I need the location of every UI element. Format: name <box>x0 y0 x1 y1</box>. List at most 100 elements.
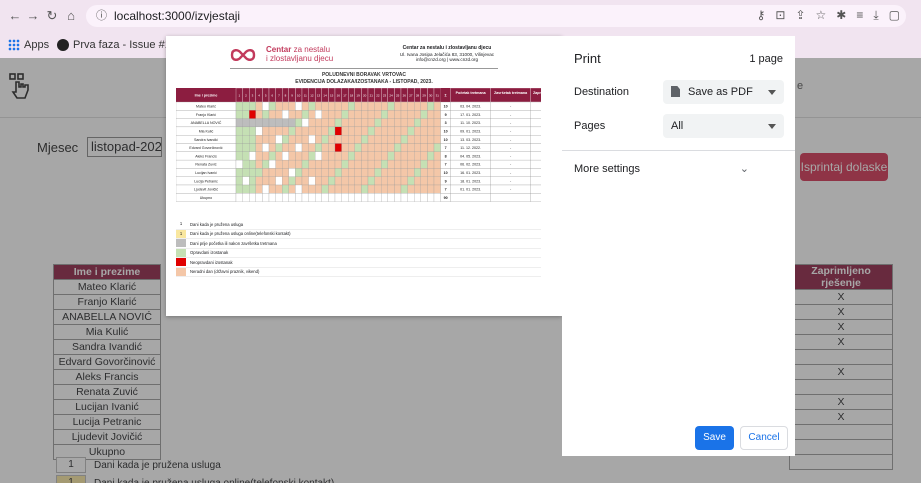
destination-select[interactable]: Save as PDF <box>663 80 784 104</box>
report-title: POLUDNEVNI BORAVAK VRTOVAC <box>321 72 407 78</box>
translate-icon[interactable]: ⊡ <box>775 8 785 23</box>
grid-decision-cell <box>530 110 541 119</box>
pages-select[interactable]: All <box>663 114 784 138</box>
grid-day-cell <box>348 159 355 169</box>
grid-day-cell <box>394 151 402 161</box>
grid-day-cell <box>268 101 276 111</box>
grid-day-cell <box>374 184 382 194</box>
grid-day-cell <box>414 110 421 119</box>
star-icon[interactable]: ☆ <box>816 8 827 23</box>
window-icon[interactable]: ▢ <box>889 8 900 23</box>
reload-icon[interactable]: ↻ <box>43 7 61 25</box>
grid-day-cell <box>387 193 395 202</box>
grid-day-cell <box>321 159 329 169</box>
grid-start: 09. 01. 2023. <box>460 130 481 134</box>
grid-day-cell <box>334 110 342 119</box>
grid-day-cell <box>255 193 263 202</box>
grid-day-cell <box>328 118 336 128</box>
grid-day-cell <box>361 151 369 161</box>
forward-arrow-icon[interactable]: → <box>24 7 42 25</box>
grid-row-name: Mia Kulić <box>199 130 214 134</box>
grid-header-day-text: 19 <box>356 94 360 98</box>
grid-day-cell <box>255 118 263 128</box>
grid-day-cell <box>262 193 270 202</box>
grid-day-cell <box>387 101 395 111</box>
grid-header-day-text: 11 <box>304 94 307 98</box>
grid-day-cell <box>328 159 336 169</box>
address-bar[interactable]: ⓘ localhost:3000/izvjestaji ⚷ ⊡ ⇪ ☆ ✱ ≡ … <box>86 5 906 27</box>
share-icon[interactable]: ⇪ <box>795 8 805 23</box>
grid-day-cell <box>288 184 296 194</box>
grid-day-cell <box>301 168 309 177</box>
grid-day-cell <box>414 176 421 186</box>
grid-day-cell <box>308 193 316 202</box>
grid-day-cell <box>268 143 276 152</box>
info-icon[interactable]: ⓘ <box>96 9 110 23</box>
grid-day-cell <box>308 168 316 177</box>
grid-header-day-text: 27 <box>409 94 413 98</box>
grid-day-cell <box>407 184 415 194</box>
grid-row-name: Ljudevit Jovičić <box>194 188 218 192</box>
github-icon <box>57 39 69 51</box>
grid-start: 11. 12. 2022. <box>460 146 481 150</box>
grid-header-day-text: 21 <box>370 94 374 98</box>
grid-day-cell <box>295 168 303 177</box>
grid-day-cell <box>282 110 289 119</box>
grid-day-cell <box>427 159 435 169</box>
grid-day-cell <box>268 151 276 161</box>
grid-day-cell <box>354 193 362 202</box>
grid-day-cell <box>308 184 316 194</box>
reading-list-icon[interactable]: ≡ <box>856 8 863 23</box>
grid-day-cell <box>268 168 276 177</box>
more-settings[interactable]: More settings <box>574 163 640 175</box>
bookmark-label: Prva faza - Issue #1... <box>73 39 180 51</box>
grid-day-cell <box>394 184 402 194</box>
back-arrow-icon[interactable]: ← <box>6 7 24 25</box>
grid-day-cell <box>255 184 263 194</box>
key-icon[interactable]: ⚷ <box>757 8 766 23</box>
bookmark-apps[interactable]: Apps <box>8 39 49 51</box>
grid-day-cell <box>262 151 270 161</box>
grid-day-cell <box>433 151 441 161</box>
grid-day-cell <box>361 168 369 177</box>
grid-day-cell <box>341 118 349 128</box>
grid-day-cell <box>348 143 355 152</box>
grid-day-cell <box>414 135 421 144</box>
grid-day-cell <box>282 126 289 136</box>
grid-day-cell <box>348 151 355 161</box>
grid-day-cell <box>387 176 395 186</box>
grid-day-cell <box>249 176 256 186</box>
grid-day-cell <box>315 176 322 186</box>
grid-day-cell <box>321 126 329 136</box>
grid-header-day-text: 28 <box>416 94 420 98</box>
home-icon[interactable]: ⌂ <box>62 7 80 25</box>
grid-start: 06. 02. 2023. <box>460 163 481 167</box>
save-button[interactable]: Save <box>695 426 734 450</box>
bookmark-label: Apps <box>24 39 50 51</box>
grid-day-cell <box>354 126 362 136</box>
grid-day-cell <box>374 151 382 161</box>
bookmark-issue[interactable]: Prva faza - Issue #1... <box>57 39 180 51</box>
grid-day-cell <box>301 151 309 161</box>
grid-row-name: Aleks Francis <box>195 154 217 158</box>
grid-day-cell <box>407 168 415 177</box>
grid-day-cell <box>288 151 296 161</box>
download-icon[interactable]: ⤓ <box>873 8 878 23</box>
extensions-icon[interactable]: ✱ <box>836 8 846 23</box>
grid-day-cell <box>268 184 276 194</box>
grid-day-cell <box>394 159 402 169</box>
grid-header-day-text: 26 <box>403 94 407 98</box>
url-text[interactable]: localhost:3000/izvjestaji <box>114 9 240 23</box>
grid-day-cell <box>315 143 322 152</box>
grid-day-cell <box>374 135 382 144</box>
preview-legend-swatch: 1 <box>176 220 186 229</box>
preview-legend-text: Dani kada je pružena usluga online(telef… <box>190 231 291 237</box>
chevron-down-icon[interactable]: ⌄ <box>740 162 749 175</box>
pages-value: All <box>671 120 684 132</box>
grid-total: 10 <box>444 105 448 109</box>
cancel-button[interactable]: Cancel <box>740 426 788 450</box>
grid-day-cell <box>420 126 428 136</box>
attendance-grid: Ime i prezime 1 2 3 4 5 6 7 8 9 10 11 12 13 14 15 16 17 18… <box>176 88 541 202</box>
grid-day-cell <box>242 110 250 119</box>
grid-header-day-text: 24 <box>389 94 393 98</box>
